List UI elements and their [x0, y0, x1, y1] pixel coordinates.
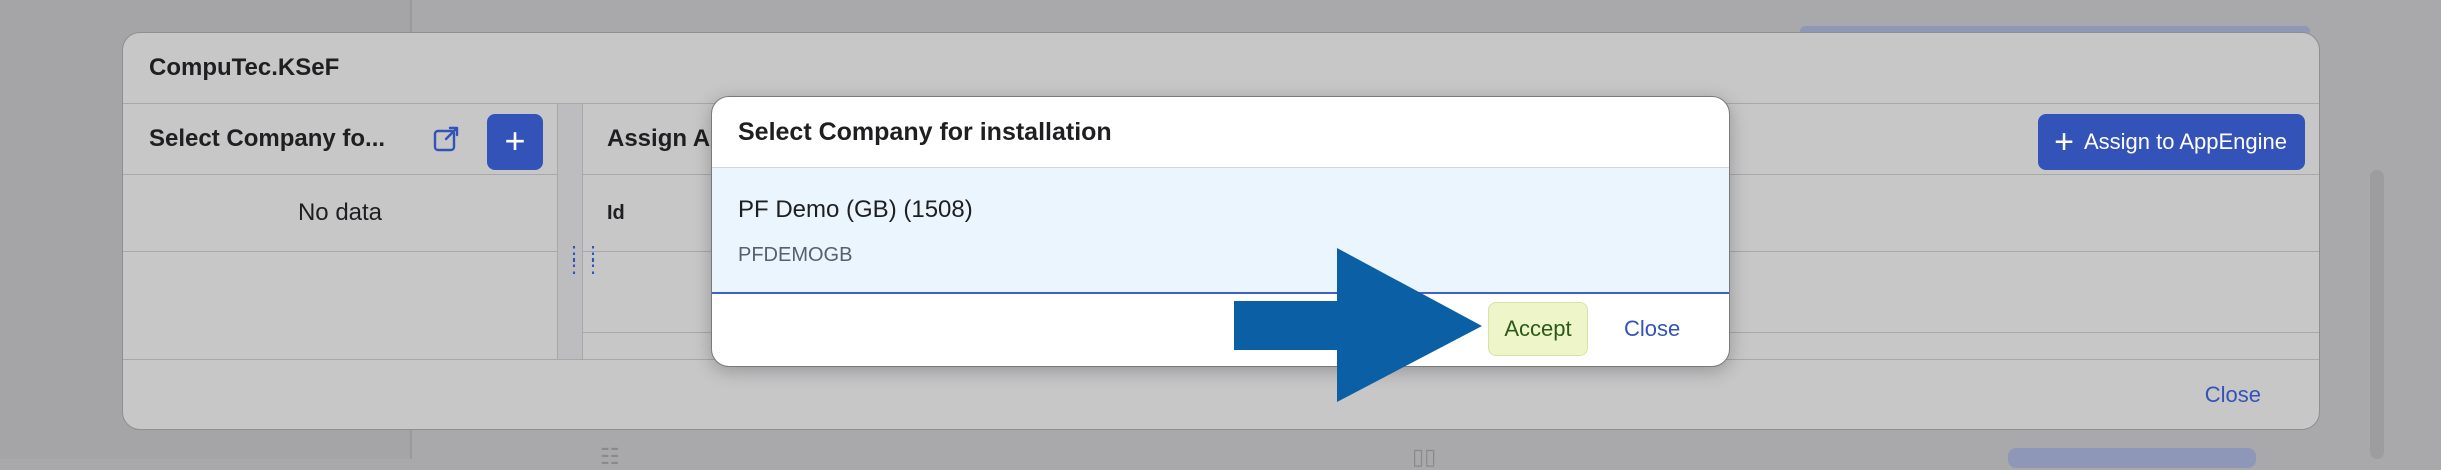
- plus-icon: +: [2054, 123, 2074, 161]
- background-grid-icon: ▯▯: [1412, 444, 1437, 469]
- pointer-arrow-icon: [1234, 248, 1482, 402]
- column-id[interactable]: Id: [607, 202, 625, 225]
- export-icon[interactable]: [431, 124, 461, 154]
- company-name: PF Demo (GB) (1508): [738, 196, 973, 223]
- select-company-dialog: Select Company for installation PF Demo …: [711, 96, 1730, 367]
- company-code: PFDEMOGB: [738, 244, 853, 266]
- add-company-button[interactable]: +: [487, 114, 543, 170]
- window-title: CompuTec.KSeF: [149, 54, 340, 81]
- dialog-header: Select Company for installation: [712, 97, 1729, 168]
- company-toolbar: Select Company fo... +: [123, 104, 557, 175]
- list-item[interactable]: PF Demo (GB) (1508) PFDEMOGB: [712, 168, 1729, 294]
- background-list-icon: ☷: [600, 444, 620, 469]
- scrollbar[interactable]: [2370, 170, 2384, 459]
- empty-state: No data: [123, 175, 557, 252]
- company-pane: Select Company fo... + No data: [123, 104, 558, 359]
- accept-button[interactable]: Accept: [1488, 302, 1588, 356]
- window-close-button[interactable]: Close: [2205, 382, 2261, 408]
- dialog-close-button[interactable]: Close: [1624, 316, 1680, 342]
- window-header: CompuTec.KSeF: [123, 33, 2319, 104]
- background-button: [2008, 448, 2256, 468]
- pane-splitter[interactable]: ⋮⋮ ⋮⋮: [558, 104, 603, 359]
- company-pane-title: Select Company fo...: [149, 125, 386, 152]
- window-footer: Close: [123, 359, 2319, 429]
- dialog-title: Select Company for installation: [738, 117, 1112, 146]
- assign-button-label: Assign to AppEngine: [2083, 129, 2287, 154]
- dialog-footer: Accept Close: [712, 294, 1729, 366]
- assign-to-appengine-button[interactable]: + Assign to AppEngine: [2038, 114, 2305, 170]
